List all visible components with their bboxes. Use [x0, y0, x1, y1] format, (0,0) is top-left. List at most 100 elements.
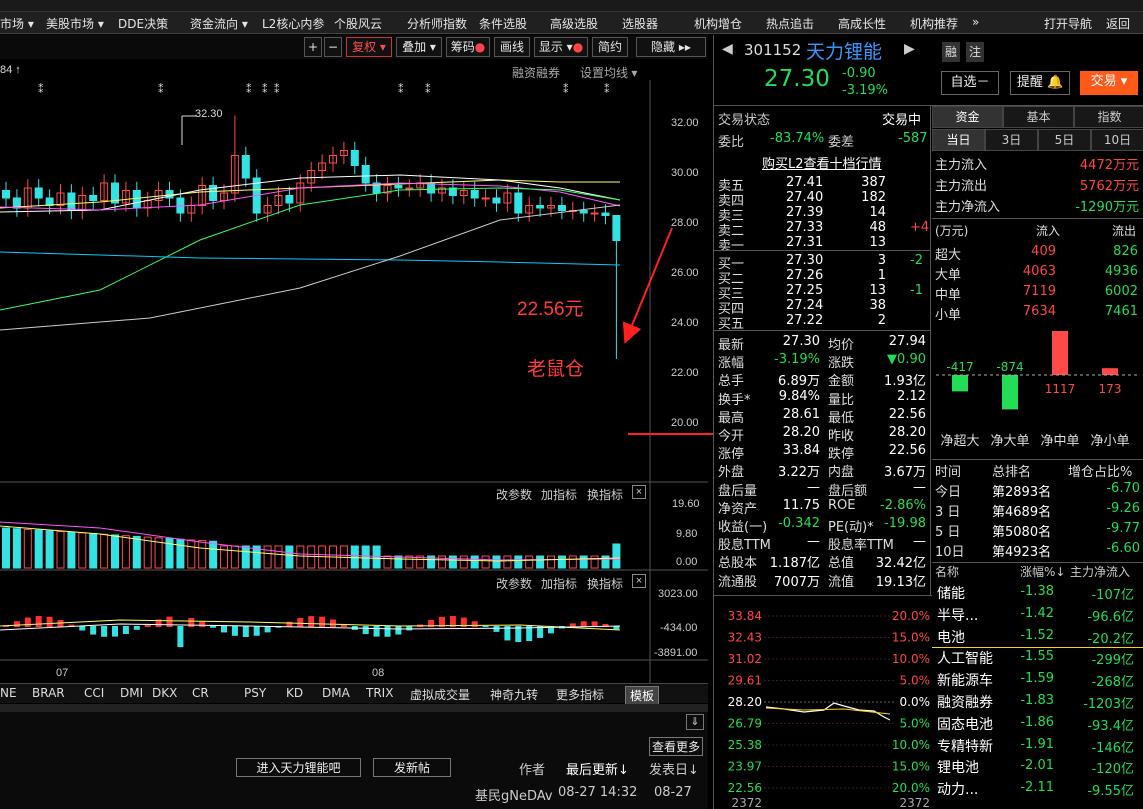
macd-change[interactable]: 换指标: [587, 575, 623, 592]
rank-head-2: 增仓占比%: [1068, 465, 1133, 480]
menu-item-4[interactable]: L2核心内参: [262, 15, 324, 32]
col-post-date[interactable]: 发表日↓: [649, 759, 699, 778]
candle-body-33: [361, 165, 370, 184]
indicator-tab-1[interactable]: BRAR: [32, 686, 65, 700]
price-tick-3: 26.00: [671, 267, 699, 279]
sector-name-1[interactable]: 半导...: [937, 605, 978, 625]
menu-item-14[interactable]: »: [972, 15, 979, 29]
rank-divider: [932, 459, 1143, 460]
sector-head-1[interactable]: 涨幅%↓: [1020, 563, 1065, 580]
menu-item-10[interactable]: 机构增仓: [694, 15, 742, 32]
indicator-tab-13[interactable]: 模板: [625, 686, 660, 705]
huaxian-button[interactable]: 画线: [494, 37, 530, 57]
vol-add[interactable]: 加指标: [541, 486, 577, 503]
indicator-tab-12[interactable]: 更多指标: [556, 686, 604, 703]
candle-body-45: [492, 197, 501, 204]
sector-name-0[interactable]: 储能: [937, 583, 965, 603]
zoom-in-button[interactable]: +: [304, 37, 322, 57]
indicator-tab-4[interactable]: DKX: [152, 686, 177, 700]
quote-value2-3: 2.12: [897, 388, 926, 404]
sector-name-3[interactable]: 人工智能: [937, 648, 993, 668]
fund-tab-2[interactable]: 指数: [1074, 106, 1143, 128]
col-last-update[interactable]: 最后更新↓: [566, 759, 629, 778]
jianyue-button[interactable]: 简约: [592, 37, 628, 57]
goto-bar-button[interactable]: 进入天力锂能吧: [236, 758, 361, 777]
menu-item-15[interactable]: 打开导航: [1044, 15, 1092, 32]
tixing-button[interactable]: 提醒 🔔: [1010, 71, 1070, 95]
macd-bar-43: [471, 621, 478, 627]
fund-tab-0[interactable]: 资金: [932, 106, 1003, 128]
sector-name-9[interactable]: 动力...: [937, 779, 978, 799]
view-more-button[interactable]: 查看更多: [649, 737, 704, 756]
menu-item-0[interactable]: 市场 ▾: [0, 15, 34, 32]
indicator-tab-7[interactable]: KD: [286, 686, 303, 700]
volume-bar-44: [481, 555, 490, 569]
net-bar-label-0: 净超大: [940, 434, 979, 449]
menu-item-8[interactable]: 高级选股: [550, 15, 598, 32]
menu-item-5[interactable]: 个股风云: [334, 15, 382, 32]
menu-item-11[interactable]: 热点追击: [766, 15, 814, 32]
indicator-tab-6[interactable]: PSY: [244, 686, 266, 700]
quote-label-8: 盘后量: [718, 483, 758, 499]
indicator-tab-8[interactable]: DMA: [322, 686, 350, 700]
fuquan-button[interactable]: 复权 ▾: [346, 37, 392, 57]
sector-name-7[interactable]: 专精特新: [937, 736, 993, 756]
sector-name-5[interactable]: 融资融券: [937, 692, 993, 712]
menu-item-7[interactable]: 条件选股: [479, 15, 527, 32]
quote-label-2: 总手: [718, 374, 745, 390]
day-tab-0[interactable]: 当日: [932, 129, 985, 151]
sector-name-6[interactable]: 固态电池: [937, 714, 993, 734]
day-tab-3[interactable]: 10日: [1091, 129, 1143, 151]
indicator-tab-3[interactable]: DMI: [120, 686, 143, 700]
l2-link[interactable]: 购买L2查看十档行情: [762, 153, 882, 172]
vol-params[interactable]: 改参数: [496, 486, 532, 503]
quote-label2-12: 总值: [828, 556, 855, 572]
rong-badge[interactable]: 融: [942, 42, 960, 62]
menu-item-2[interactable]: DDE决策: [118, 15, 168, 32]
menu-item-12[interactable]: 高成长性: [838, 15, 886, 32]
sector-name-4[interactable]: 新能源车: [937, 670, 993, 690]
zixuan-button[interactable]: 自选－: [941, 71, 999, 95]
menu-item-13[interactable]: 机构推荐: [910, 15, 958, 32]
sector-name-8[interactable]: 锂电池: [937, 757, 979, 777]
indicator-tab-2[interactable]: CCI: [84, 686, 104, 700]
macd-params[interactable]: 改参数: [496, 575, 532, 592]
menu-item-1[interactable]: 美股市场 ▾: [46, 15, 104, 32]
trade-button[interactable]: 交易 ▾: [1080, 71, 1138, 95]
candle-body-4: [45, 197, 54, 206]
splitter[interactable]: [0, 704, 708, 712]
vol-change[interactable]: 换指标: [587, 486, 623, 503]
col-author[interactable]: 作者: [519, 759, 545, 778]
intraday-chart[interactable]: 33.84 20.0% 32.43 15.0% 31.02 10.0% 29.61 5.0% 2…: [714, 606, 932, 809]
next-stock-icon[interactable]: ▶: [904, 41, 915, 57]
indicator-tab-11[interactable]: 神奇九转: [490, 686, 538, 703]
menu-item-6[interactable]: 分析师指数: [407, 15, 467, 32]
flow-in-3: 7634: [1022, 304, 1056, 319]
zhu-badge[interactable]: 注: [966, 42, 984, 62]
yincang-button[interactable]: 隐藏 ▸▸: [636, 37, 706, 57]
day-tab-2[interactable]: 5日: [1038, 129, 1091, 151]
indicator-tab-10[interactable]: 虚拟成交量: [410, 686, 470, 703]
download-icon[interactable]: ⇓: [686, 714, 704, 730]
xianshi-button[interactable]: 显示 ▾●: [534, 37, 588, 57]
indicator-tab-5[interactable]: CR: [192, 686, 209, 700]
indicator-tab-0[interactable]: NE: [0, 686, 17, 700]
prev-stock-icon[interactable]: ◀: [722, 41, 733, 57]
menu-item-3[interactable]: 资金流向 ▾: [190, 15, 248, 32]
macd-add[interactable]: 加指标: [541, 575, 577, 592]
menu-item-9[interactable]: 选股器: [622, 15, 658, 32]
sector-name-2[interactable]: 电池: [937, 627, 965, 647]
new-post-button[interactable]: 发新帖: [373, 758, 451, 777]
fund-tab-1[interactable]: 基本: [1003, 106, 1074, 128]
candle-body-26: [285, 195, 294, 204]
zoom-out-button[interactable]: −: [324, 37, 342, 57]
day-tab-1[interactable]: 3日: [985, 129, 1038, 151]
vol-close-icon[interactable]: ×: [632, 485, 646, 499]
menu-item-16[interactable]: 返回: [1106, 15, 1130, 32]
chouma-button[interactable]: 筹码●: [446, 37, 490, 57]
indicator-tab-9[interactable]: TRIX: [366, 686, 393, 700]
net-flow-bar-chart: -417 净超大 -874 净大单 1117 净中单 173 净小单: [936, 331, 1140, 449]
sector-head-0[interactable]: 名称: [935, 563, 959, 580]
macd-close-icon[interactable]: ×: [632, 574, 646, 588]
diejia-button[interactable]: 叠加 ▾: [396, 37, 442, 57]
